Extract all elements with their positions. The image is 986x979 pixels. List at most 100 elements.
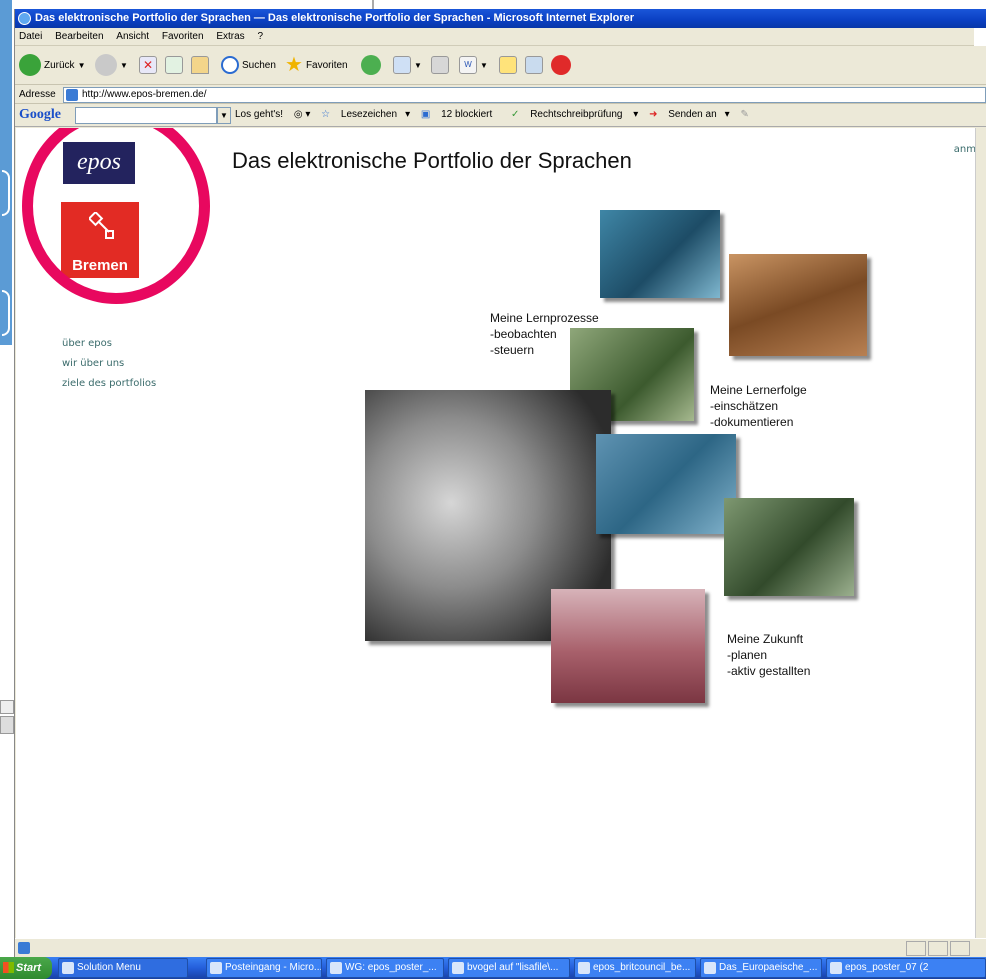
task-label: Das_Europaeische_...	[719, 962, 818, 973]
google-logo[interactable]: Google	[19, 107, 61, 123]
address-input[interactable]: http://www.epos-bremen.de/	[63, 87, 986, 103]
login-link[interactable]: anm	[954, 144, 976, 155]
taskbar-item-epos-poster-07[interactable]: epos_poster_07 (2	[826, 958, 986, 978]
forward-button[interactable]: ▼	[95, 54, 128, 76]
notes-button[interactable]	[499, 54, 517, 76]
address-bar: Adresse http://www.epos-bremen.de/	[15, 86, 986, 104]
start-button[interactable]: Start	[0, 957, 52, 979]
start-label: Start	[16, 962, 42, 974]
books-icon	[525, 56, 543, 74]
nav-link-ueber-epos[interactable]: über epos	[62, 334, 156, 354]
star-outline-icon: ☆	[321, 109, 331, 120]
messenger-icon	[551, 55, 571, 75]
caption-lernerfolge: Meine Lernerfolge -einschätzen -dokument…	[710, 382, 807, 430]
star-icon: ★	[285, 54, 303, 76]
note-icon	[499, 56, 517, 74]
print-button[interactable]	[431, 54, 449, 76]
folder-icon	[452, 962, 464, 974]
blocked-label: 12 blockiert	[441, 109, 493, 120]
page-title: Das elektronische Portfolio der Sprachen	[232, 148, 632, 173]
caption-line: -beobachten	[490, 327, 557, 341]
taskbar-item-das-europaeische[interactable]: Das_Europaeische_...	[700, 958, 822, 978]
browser-window: Das elektronische Portfolio der Sprachen…	[14, 9, 986, 957]
screen: Das elektronische Portfolio der Sprachen…	[0, 0, 986, 979]
back-label: Zurück	[44, 59, 75, 71]
printer-icon	[431, 56, 449, 74]
taskbar-item-posteingang[interactable]: Posteingang - Micro...	[206, 958, 322, 978]
history-button[interactable]	[361, 54, 381, 76]
vertical-scrollbar[interactable]	[975, 128, 986, 938]
chevron-down-icon: ▼	[77, 60, 86, 70]
status-cell	[928, 941, 948, 956]
menu-item-bearbeiten[interactable]: Bearbeiten	[50, 28, 108, 46]
caption-heading: Meine Lernerfolge	[710, 383, 807, 397]
google-search-input[interactable]	[75, 107, 217, 124]
background-bracket-shape	[2, 290, 10, 336]
search-icon	[221, 56, 239, 74]
task-label: Posteingang - Micro...	[225, 962, 322, 973]
google-toolbar: Google ▼ Los geht's! ◎ ▾ ☆ Lesezeichen ▾ …	[15, 105, 986, 127]
window-title: Das elektronische Portfolio der Sprachen…	[35, 12, 635, 24]
menu-item-extras[interactable]: Extras	[211, 28, 249, 46]
refresh-icon	[165, 56, 183, 74]
app-icon	[62, 962, 74, 974]
photo-girls-profile	[600, 210, 720, 298]
bookmarks-label: Lesezeichen	[340, 109, 398, 120]
task-label: bvogel auf "lisafile\...	[467, 962, 559, 973]
caption-line: -dokumentieren	[710, 415, 794, 429]
powerpoint-icon	[578, 962, 590, 974]
menu-item-favoriten[interactable]: Favoriten	[157, 28, 209, 46]
status-cell	[906, 941, 926, 956]
stop-button[interactable]: ✕	[139, 54, 157, 76]
search-button[interactable]: Suchen	[221, 54, 276, 76]
mail-button[interactable]: ▼	[393, 54, 422, 76]
favorites-label: Favoriten	[305, 59, 348, 71]
spellcheck-label: Rechtschreibprüfung	[530, 109, 623, 120]
research-button[interactable]	[525, 54, 543, 76]
messenger-button[interactable]	[551, 54, 571, 76]
background-slide-blue-panel	[0, 0, 12, 345]
news-icon[interactable]: ◎ ▾	[294, 109, 311, 120]
background-bracket-shape	[2, 170, 10, 216]
caption-heading: Meine Zukunft	[727, 632, 804, 646]
page-icon	[18, 942, 30, 954]
forward-arrow-icon	[95, 54, 117, 76]
google-bookmarks-button[interactable]: ☆ Lesezeichen ▾	[321, 109, 410, 120]
powerpoint-icon	[830, 962, 842, 974]
address-label: Adresse	[19, 89, 56, 100]
nav-link-wir-ueber-uns[interactable]: wir über uns	[62, 354, 156, 374]
nav-link-ziele[interactable]: ziele des portfolios	[62, 374, 156, 394]
home-button[interactable]	[191, 54, 209, 76]
send-label: Senden an	[668, 109, 717, 120]
send-to-button[interactable]: ➜ Senden an ▾	[649, 109, 730, 120]
google-go-button[interactable]: Los geht's!	[235, 109, 283, 120]
taskbar-item-wg-epos-poster[interactable]: WG: epos_poster_...	[326, 958, 444, 978]
favorites-button[interactable]: ★ Favoriten	[285, 54, 348, 76]
chevron-down-icon: ▼	[120, 60, 128, 70]
chevron-down-icon: ▼	[414, 60, 422, 70]
search-label: Suchen	[242, 59, 276, 71]
edit-button[interactable]: W ▼	[459, 54, 488, 76]
page-icon	[66, 89, 78, 101]
caption-zukunft: Meine Zukunft -planen -aktiv gestallten	[727, 631, 810, 679]
taskbar-item-bvogel[interactable]: bvogel auf "lisafile\...	[448, 958, 570, 978]
chevron-down-icon: ▼	[480, 60, 488, 70]
taskbar-item-solution-menu[interactable]: Solution Menu	[58, 958, 188, 978]
pencil-icon[interactable]: ✎	[740, 109, 748, 120]
popup-blocker-button[interactable]: ▣ 12 blockiert	[421, 109, 500, 120]
taskbar-item-epos-britcouncil[interactable]: epos_britcouncil_be...	[574, 958, 696, 978]
task-label: epos_britcouncil_be...	[593, 962, 691, 973]
google-dropdown[interactable]: ▼	[217, 107, 231, 124]
photo-boys-reading	[724, 498, 854, 596]
back-button[interactable]: Zurück ▼	[19, 54, 85, 76]
word-icon: W	[459, 56, 477, 74]
menu-item-help[interactable]: ?	[252, 28, 268, 46]
windows-logo-icon	[3, 962, 14, 973]
refresh-button[interactable]	[165, 54, 183, 76]
spellcheck-icon: ✓	[511, 109, 520, 120]
caption-heading: Meine Lernprozesse	[490, 311, 599, 325]
spellcheck-button[interactable]: ✓ Rechtschreibprüfung ▾	[511, 109, 638, 120]
menu-item-ansicht[interactable]: Ansicht	[111, 28, 154, 46]
menu-item-datei[interactable]: Datei	[15, 28, 47, 46]
window-titlebar[interactable]: Das elektronische Portfolio der Sprachen…	[15, 9, 986, 28]
